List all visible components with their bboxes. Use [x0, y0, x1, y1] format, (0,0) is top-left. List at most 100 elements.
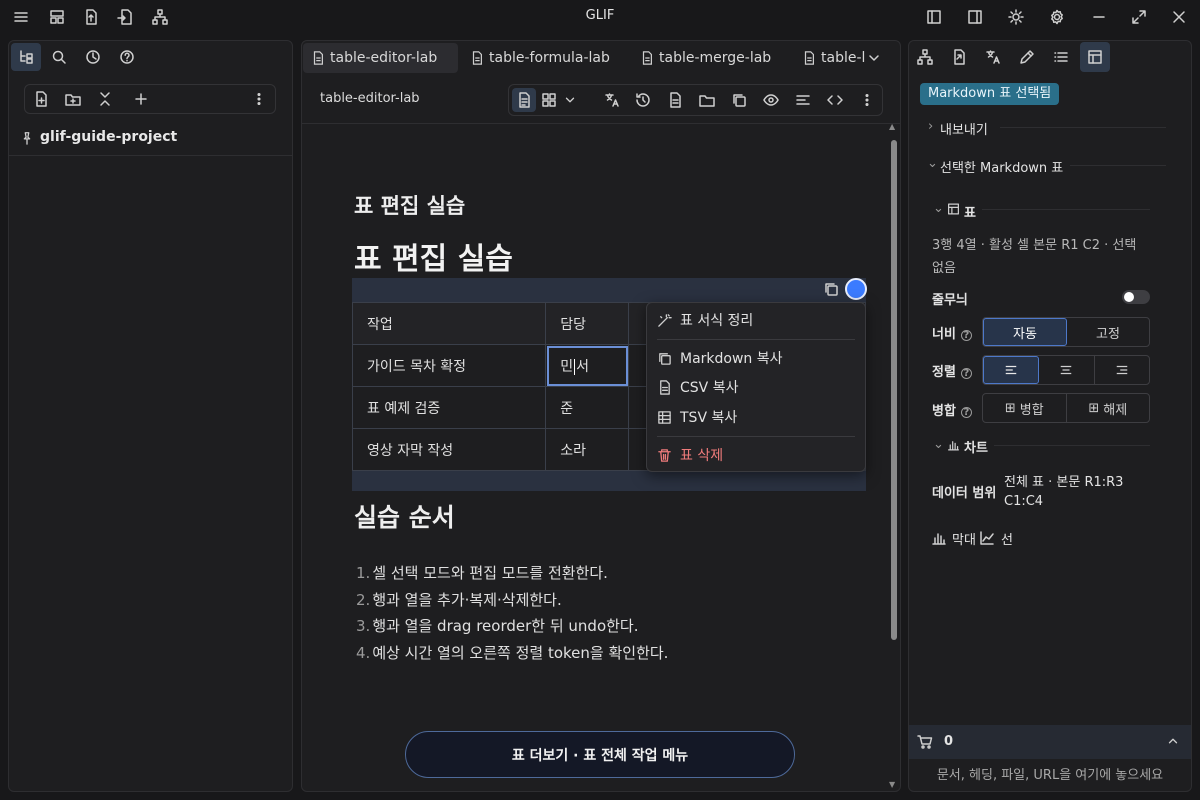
grid-view-icon[interactable]: [540, 91, 558, 109]
width-auto-option[interactable]: 자동: [983, 318, 1067, 346]
merge-button[interactable]: ⊞ 병합: [983, 394, 1067, 422]
scroll-up-arrow[interactable]: ▲: [889, 122, 895, 131]
table-cell[interactable]: 담당: [545, 302, 629, 345]
toggle-left-sidebar-icon[interactable]: [925, 8, 943, 26]
document-icon: [313, 51, 323, 65]
translate-icon[interactable]: [984, 48, 1002, 66]
list-number: 1.: [356, 564, 371, 582]
width-fixed-option[interactable]: 고정: [1067, 318, 1149, 346]
theme-sun-icon[interactable]: [1007, 8, 1025, 26]
menu-item-copy-tsv[interactable]: TSV 복사: [657, 406, 737, 428]
table-cell[interactable]: 표 예제 검증: [351, 386, 547, 429]
tab-table-formula-lab[interactable]: table-formula-lab: [462, 43, 622, 73]
document-icon: [642, 51, 652, 65]
editor-scrollbar[interactable]: [891, 140, 897, 640]
sitemap-icon[interactable]: [151, 8, 169, 26]
table-cell[interactable]: 영상 자막 작성: [351, 428, 547, 471]
chevron-down-icon[interactable]: ⌄: [933, 201, 944, 216]
history-clock-icon[interactable]: [84, 48, 102, 66]
edit-pencil-icon[interactable]: [1018, 48, 1036, 66]
menu-item-format-table[interactable]: 표 서식 정리: [657, 309, 753, 331]
table-subsection[interactable]: 표: [964, 202, 976, 221]
help-icon[interactable]: [118, 48, 136, 66]
minimize-icon[interactable]: [1090, 8, 1108, 26]
chevron-down-icon[interactable]: ⌄: [933, 437, 944, 452]
export-section[interactable]: 내보내기: [940, 119, 988, 138]
tab-table-merge-lab[interactable]: table-merge-lab: [632, 43, 792, 73]
new-file-icon[interactable]: [32, 90, 50, 108]
chart-line-option[interactable]: 선: [1001, 529, 1013, 548]
table-menu-handle[interactable]: [845, 278, 867, 300]
menu-item-label: Markdown 복사: [680, 351, 783, 367]
toggle-right-sidebar-icon[interactable]: [966, 8, 984, 26]
linked-file-icon[interactable]: [950, 48, 968, 66]
file-toolbar: [24, 84, 276, 114]
chevron-down-icon[interactable]: ⌄: [927, 156, 938, 171]
outline-tree-icon[interactable]: [916, 48, 934, 66]
chevron-right-icon[interactable]: ›: [928, 119, 933, 134]
active-table-cell[interactable]: 민서: [545, 344, 629, 387]
help-icon[interactable]: ?: [960, 368, 972, 379]
history-icon[interactable]: [634, 91, 652, 109]
align-left-icon[interactable]: [983, 356, 1040, 384]
breadcrumb: table-editor-lab: [320, 91, 420, 106]
table-cell[interactable]: 작업: [351, 302, 547, 345]
scroll-down-arrow[interactable]: ▼: [889, 780, 895, 789]
copy-table-icon[interactable]: [822, 280, 840, 298]
align-right-icon[interactable]: [1095, 356, 1149, 384]
stripe-label: 줄무늬: [932, 293, 968, 308]
maximize-icon[interactable]: [1130, 8, 1148, 26]
document-icon: [472, 51, 482, 65]
page-icon[interactable]: [666, 91, 684, 109]
menu-item-label: CSV 복사: [680, 380, 739, 396]
menu-separator: [657, 436, 855, 437]
selected-table-section[interactable]: 선택한 Markdown 표: [940, 157, 1063, 176]
table-cell[interactable]: 소라: [545, 428, 629, 471]
drop-zone-hint[interactable]: 문서, 헤딩, 파일, URL을 여기에 놓으세요: [909, 764, 1191, 783]
file-tree-icon[interactable]: [11, 43, 41, 71]
chart-subsection[interactable]: 차트: [964, 437, 988, 456]
table-panel-icon[interactable]: [1080, 42, 1110, 72]
import-file-icon[interactable]: [116, 8, 134, 26]
chart-bar-option[interactable]: 막대: [952, 529, 976, 548]
search-icon[interactable]: [50, 48, 68, 66]
more-options-icon[interactable]: [858, 91, 876, 109]
menu-icon[interactable]: [12, 8, 30, 26]
collapse-all-icon[interactable]: [96, 90, 114, 108]
document-mode-icon[interactable]: [512, 88, 536, 112]
help-icon[interactable]: ?: [960, 407, 972, 418]
translate-icon[interactable]: [603, 91, 621, 109]
table-cell[interactable]: 가이드 목차 확정: [351, 344, 547, 387]
chevron-up-icon[interactable]: [1166, 734, 1180, 748]
menu-item-copy-markdown[interactable]: Markdown 복사: [657, 347, 783, 369]
chevron-down-icon[interactable]: [563, 92, 577, 108]
export-file-icon[interactable]: [82, 8, 100, 26]
close-window-icon[interactable]: [1170, 8, 1188, 26]
menu-separator: [657, 339, 855, 340]
section-heading: 실습 순서: [354, 503, 455, 532]
preview-eye-icon[interactable]: [762, 91, 780, 109]
table-cell[interactable]: 준: [545, 386, 629, 429]
align-text-icon[interactable]: [794, 91, 812, 109]
project-name[interactable]: glif-guide-project: [40, 129, 177, 145]
code-icon[interactable]: [826, 91, 844, 109]
table-more-menu-button[interactable]: 표 더보기 · 표 전체 작업 메뉴: [405, 731, 795, 778]
tab-label: table-l: [821, 50, 866, 66]
open-folder-icon[interactable]: [698, 91, 716, 109]
menu-item-copy-csv[interactable]: CSV 복사: [657, 376, 738, 398]
add-icon[interactable]: [132, 90, 150, 108]
menu-item-delete-table[interactable]: 표 삭제: [657, 444, 723, 466]
settings-gear-icon[interactable]: [1048, 8, 1066, 26]
layout-icon[interactable]: [48, 8, 66, 26]
align-center-icon[interactable]: [1039, 356, 1095, 384]
more-options-icon[interactable]: [250, 90, 268, 108]
copy-icon[interactable]: [730, 91, 748, 109]
section-line: [994, 445, 1150, 446]
new-folder-icon[interactable]: [64, 90, 82, 108]
tab-table-editor-lab[interactable]: table-editor-lab: [303, 43, 458, 73]
list-text: 행과 열을 추가·복제·삭제한다.: [372, 590, 562, 609]
list-icon[interactable]: [1052, 48, 1070, 66]
help-icon[interactable]: ?: [960, 330, 972, 341]
unmerge-button[interactable]: ⊞ 해제: [1067, 394, 1150, 422]
tab-overflow-chevron-icon[interactable]: [866, 50, 882, 66]
